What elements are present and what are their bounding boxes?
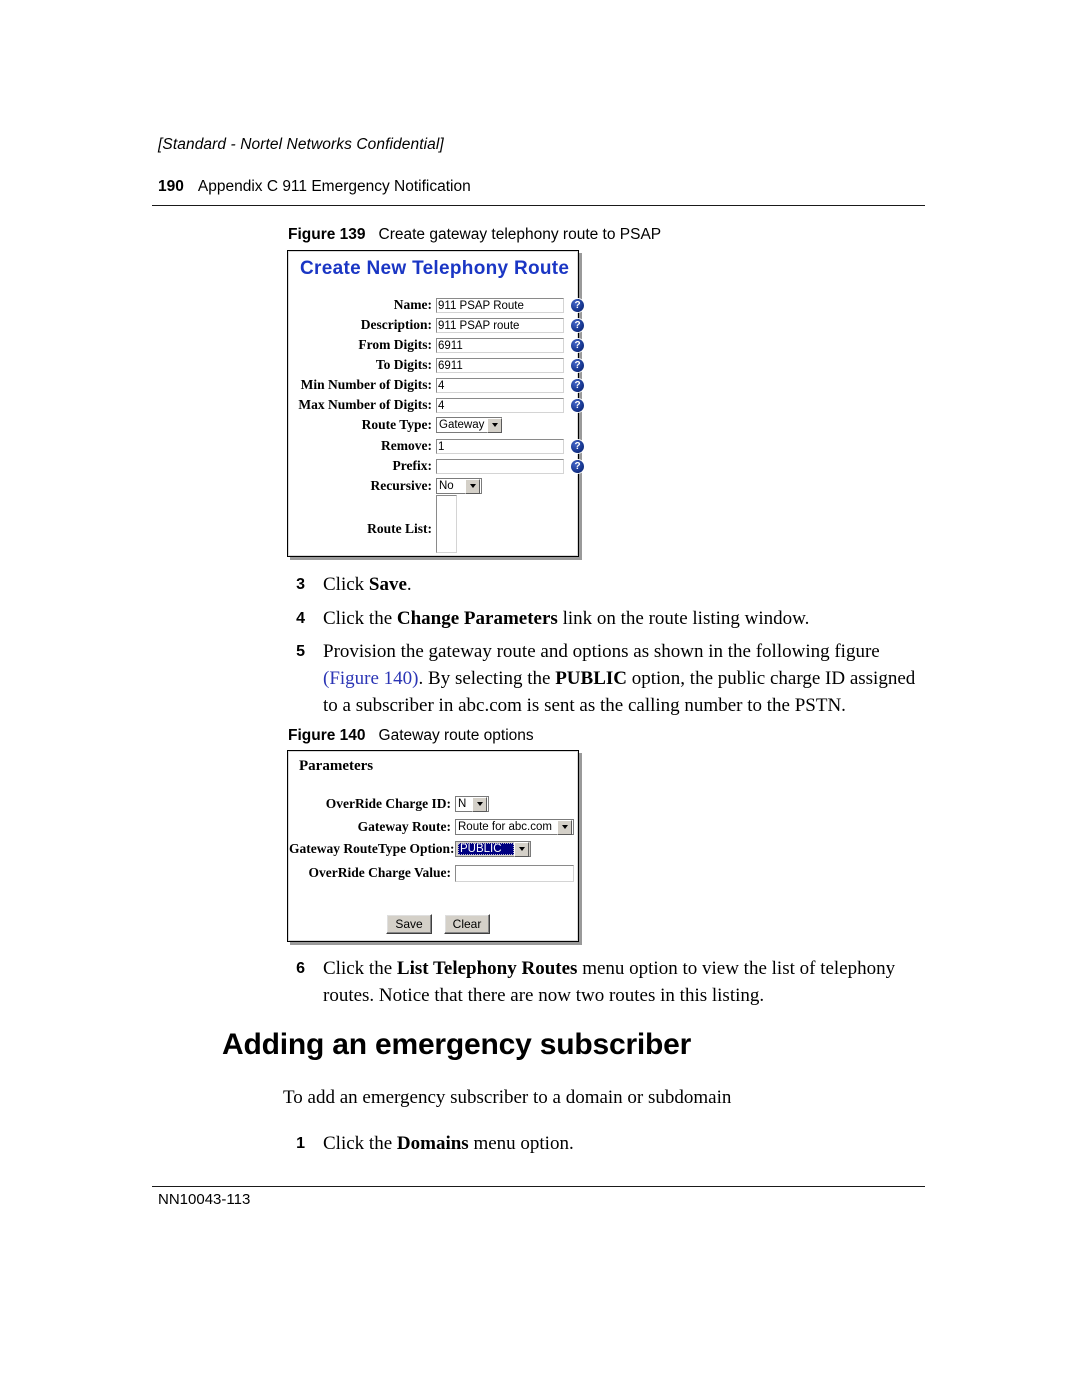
- description-input[interactable]: 911 PSAP route: [436, 317, 564, 333]
- figure-140-title: Gateway route options: [378, 727, 534, 744]
- chevron-down-icon[interactable]: [557, 819, 572, 835]
- help-icon[interactable]: ?: [571, 398, 584, 412]
- help-icon[interactable]: ?: [571, 378, 584, 392]
- figure-139-title: Create gateway telephony route to PSAP: [378, 226, 662, 243]
- step-6-text: Click the List Telephony Routes menu opt…: [323, 958, 896, 1006]
- figure-140-crossref[interactable]: (Figure 140): [323, 668, 419, 689]
- step-6: 6 Click the List Telephony Routes menu o…: [283, 955, 928, 1009]
- field-label-route-list: Route List:: [367, 521, 432, 536]
- help-icon[interactable]: ?: [571, 338, 584, 352]
- step-5: 5 Provision the gateway route and option…: [283, 638, 933, 719]
- intro-paragraph: To add an emergency subscriber to a doma…: [283, 1087, 732, 1108]
- figure-140-label: Figure 140: [288, 727, 366, 744]
- route-type-select[interactable]: Gateway: [436, 417, 503, 433]
- footer-rule: [152, 1186, 925, 1187]
- field-label-min-number-of-digits: Min Number of Digits:: [300, 377, 432, 392]
- figure-140-caption: Figure 140 Gateway route options: [288, 727, 534, 745]
- gateway-routetype-option-value: PUBLIC: [458, 843, 514, 855]
- field-label-description: Description:: [360, 317, 432, 332]
- parameters-title: Parameters: [299, 758, 374, 774]
- document-page: [Standard - Nortel Networks Confidential…: [0, 0, 1080, 1397]
- parameters-dialog-body: Parameters OverRide Charge ID: N Gateway…: [288, 751, 578, 941]
- recursive-value: No: [439, 480, 454, 492]
- field-label-max-number-of-digits: Max Number of Digits:: [298, 397, 432, 412]
- field-label-gateway-routetype-option: Gateway RouteType Option:: [289, 841, 455, 856]
- save-button[interactable]: Save: [386, 914, 432, 934]
- field-label-name: Name:: [393, 297, 432, 312]
- field-label-override-charge-id: OverRide Charge ID:: [325, 796, 451, 811]
- clear-button[interactable]: Clear: [444, 914, 490, 934]
- help-icon[interactable]: ?: [571, 358, 584, 372]
- step-4-number: 4: [296, 610, 305, 627]
- override-charge-id-select[interactable]: N: [455, 796, 489, 812]
- field-label-route-type: Route Type:: [361, 417, 432, 432]
- max-number-of-digits-input[interactable]: 4: [436, 397, 564, 413]
- step-3-number: 3: [296, 576, 305, 593]
- section-heading: Adding an emergency subscriber: [222, 1028, 692, 1061]
- help-icon[interactable]: ?: [571, 298, 584, 312]
- step-5-number: 5: [296, 643, 305, 660]
- step-4: 4 Click the Change Parameters link on th…: [283, 605, 923, 632]
- field-label-recursive: Recursive:: [370, 478, 432, 493]
- chevron-down-icon[interactable]: [465, 478, 480, 494]
- document-id: NN10043-113: [158, 1191, 251, 1208]
- override-charge-value-input[interactable]: [455, 864, 574, 882]
- gateway-route-select[interactable]: Route for abc.com: [455, 819, 574, 835]
- confidentiality-notice: [Standard - Nortel Networks Confidential…: [158, 136, 444, 153]
- field-label-from-digits: From Digits:: [358, 337, 432, 352]
- figure-139-caption: Figure 139 Create gateway telephony route…: [288, 226, 661, 244]
- dialog-body: Create New Telephony Route Name: 911 PSA…: [288, 251, 584, 556]
- name-input[interactable]: 911 PSAP Route: [436, 297, 564, 313]
- running-head: 190 Appendix C 911 Emergency Notification: [158, 178, 471, 196]
- recursive-select[interactable]: No: [436, 478, 482, 494]
- field-label-to-digits: To Digits:: [375, 357, 432, 372]
- route-list-listbox[interactable]: [436, 495, 457, 553]
- step-3: 3 Click Save.: [283, 571, 923, 598]
- to-digits-input[interactable]: 6911: [436, 357, 564, 373]
- field-label-prefix: Prefix:: [392, 458, 432, 473]
- step-1-number: 1: [296, 1135, 305, 1152]
- step-5-text: Provision the gateway route and options …: [323, 641, 916, 716]
- chevron-down-icon[interactable]: [514, 841, 529, 857]
- running-head-text: Appendix C 911 Emergency Notification: [197, 178, 471, 195]
- dialog-title: Create New Telephony Route: [300, 258, 570, 279]
- min-number-of-digits-input[interactable]: 4: [436, 377, 564, 393]
- from-digits-input[interactable]: 6911: [436, 337, 564, 353]
- step-4-text: Click the Change Parameters link on the …: [323, 608, 810, 629]
- field-label-remove: Remove:: [381, 438, 432, 453]
- field-label-gateway-route: Gateway Route:: [357, 819, 451, 834]
- field-label-override-charge-value: OverRide Charge Value:: [308, 865, 452, 880]
- chevron-down-icon[interactable]: [472, 796, 487, 812]
- gateway-routetype-option-select[interactable]: PUBLIC: [455, 841, 531, 857]
- gateway-route-value: Route for abc.com: [458, 821, 552, 833]
- header-rule: [152, 205, 925, 206]
- step-1: 1 Click the Domains menu option.: [283, 1130, 923, 1157]
- create-new-telephony-route-dialog: Create New Telephony Route Name: 911 PSA…: [287, 250, 584, 557]
- step-3-text: Click Save.: [323, 574, 412, 595]
- help-icon[interactable]: ?: [571, 318, 584, 332]
- step-1-text: Click the Domains menu option.: [323, 1133, 574, 1154]
- page-number: 190: [158, 178, 184, 195]
- chevron-down-icon[interactable]: [487, 417, 503, 433]
- figure-139-label: Figure 139: [288, 226, 366, 243]
- step-6-number: 6: [296, 960, 305, 977]
- parameters-dialog: Parameters OverRide Charge ID: N Gateway…: [287, 750, 579, 942]
- route-type-value: Gateway: [439, 419, 485, 431]
- prefix-input[interactable]: [436, 458, 564, 474]
- override-charge-id-value: N: [458, 798, 467, 810]
- help-icon[interactable]: ?: [571, 439, 584, 453]
- remove-input[interactable]: 1: [436, 438, 564, 454]
- help-icon[interactable]: ?: [571, 459, 584, 473]
